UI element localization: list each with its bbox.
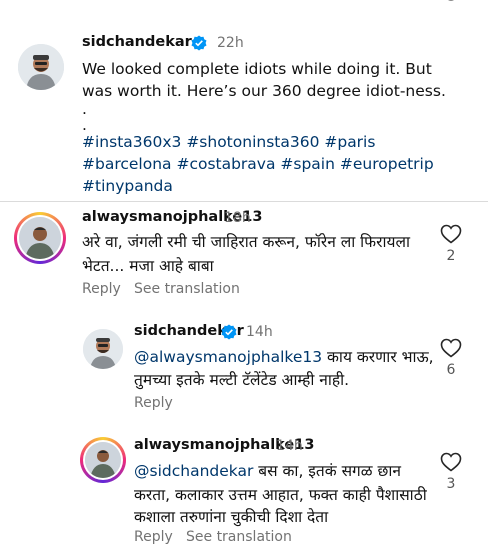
reply-button[interactable]: Reply	[134, 395, 173, 411]
comment-text-line: भेटत... मजा आहे बाबा	[82, 257, 214, 275]
comment-time: 14h	[276, 438, 303, 454]
heart-outline-icon[interactable]	[440, 338, 462, 358]
avatar-image	[19, 217, 61, 259]
avatar	[85, 442, 121, 478]
comment-text-line: तुमच्या इतके मल्टी टॅलेंटेड आम्ही नाही.	[134, 371, 350, 389]
avatar-image	[85, 442, 121, 478]
reply-button[interactable]: Reply	[134, 529, 173, 545]
caption-hashtags[interactable]: #barcelona #costabrava #spain #europetri…	[82, 153, 434, 175]
caption-text-line: We looked complete idiots while doing it…	[82, 60, 432, 78]
like-count: 2	[446, 248, 456, 264]
avatar[interactable]	[18, 44, 64, 90]
story-ring[interactable]	[14, 212, 66, 264]
avatar-image	[83, 329, 123, 369]
verified-badge-icon	[191, 35, 207, 51]
reply-button[interactable]: Reply	[82, 281, 121, 297]
comment-text-line: कशाला तरुणांना चुकीची दिशा देता	[134, 508, 329, 526]
comment-time: 14h	[246, 324, 273, 340]
story-ring[interactable]	[80, 437, 126, 483]
caption-text-line: was worth it. Here’s our 360 degree idio…	[82, 82, 446, 100]
comment-text-line: @sidchandekar बस का, इतकं सगळ छान	[134, 460, 401, 482]
caption-time: 22h	[217, 35, 244, 51]
caption-hashtags[interactable]: #insta360x3 #shotoninsta360 #paris	[82, 131, 375, 153]
heart-outline-icon[interactable]	[440, 224, 462, 244]
caption-hashtags[interactable]: #tinypanda	[82, 175, 173, 197]
comment-text: काय करणार भाऊ,	[322, 348, 434, 366]
see-translation-button[interactable]: See translation	[186, 529, 292, 545]
comment-text-line: करता, कलाकार उत्तम आहात, फक्त काही पैशास…	[134, 486, 427, 504]
avatar	[19, 217, 61, 259]
comment-text-line: अरे वा, जंगली रमी ची जाहिरात करून, फॉरेन…	[82, 233, 411, 251]
heart-outline-icon[interactable]	[440, 452, 462, 472]
mention-link[interactable]: @alwaysmanojphalke13	[134, 348, 322, 366]
mention-link[interactable]: @sidchandekar	[134, 462, 253, 480]
like-count: 6	[446, 362, 456, 378]
see-translation-button[interactable]: See translation	[134, 281, 240, 297]
comment-time: 18h	[224, 210, 251, 226]
divider	[0, 201, 488, 202]
avatar[interactable]	[83, 329, 123, 369]
verified-badge-icon	[221, 324, 237, 340]
comment-text: बस का, इतकं सगळ छान	[253, 462, 401, 480]
caption-username[interactable]: sidchandekar	[82, 34, 192, 50]
partial-top-icon	[436, 0, 466, 6]
comment-text-line: @alwaysmanojphalke13 काय करणार भाऊ,	[134, 346, 434, 368]
like-count: 3	[446, 476, 456, 492]
avatar-image	[18, 44, 64, 90]
